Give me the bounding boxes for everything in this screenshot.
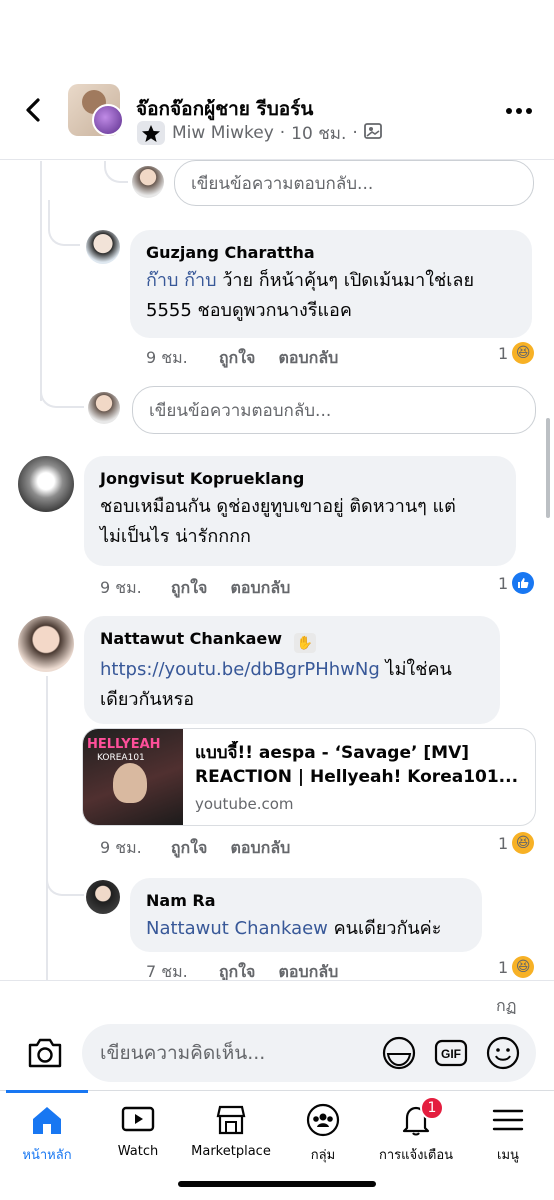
like-button[interactable]: ถูกใจ [171,578,208,597]
tab-watch[interactable]: Watch [96,1102,180,1172]
more-icon[interactable] [506,108,534,118]
emoji-icon[interactable] [486,1036,520,1070]
thumb-subtitle: KOREA101 [97,753,145,763]
star-badge-icon [136,120,166,146]
comment-time[interactable]: 9 ชม. [100,578,142,597]
comment-author[interactable]: Nam Ra [146,890,466,912]
thread-connector [48,200,80,246]
comment-text: ชอบเหมือนกัน ดูช่องยูทูบเขาอยู่ ติดหวานๆ… [100,496,456,547]
haha-icon: 😆 [512,956,535,978]
link-preview[interactable]: HELLYEAH KOREA101 แบบจี้!! aespa - ‘Sava… [82,728,536,826]
comment-time[interactable]: 7 ชม. [146,962,188,981]
wave-icon: ✋ [293,633,316,653]
reaction-count: 1 [498,573,509,593]
comment-bubble: Guzjang Charattha ก๊าบ ก๊าบ ว้าย ก็หน้าค… [130,230,532,338]
comment-text: Nattawut Chankaew คนเดียวกันค่ะ [146,918,442,939]
comment-text: ก๊าบ ก๊าบ ว้าย ก็หน้าคุ้นๆ เปิดเม้นมาใช่… [146,270,475,321]
poster-avatar[interactable] [92,104,124,136]
thread-line [40,161,42,401]
camera-icon[interactable] [26,1036,64,1070]
album-icon [363,122,382,145]
my-avatar [88,392,120,424]
video-thumbnail: HELLYEAH KOREA101 [83,729,183,825]
post-subtitle: Miw Miwkey · 10 ชม. · [136,120,382,146]
reply-button[interactable]: ตอบกลับ [279,962,339,981]
groups-icon [306,1103,340,1137]
haha-icon: 😆 [512,342,535,364]
reply-input[interactable]: เขียนข้อความตอบกลับ... [174,160,534,206]
like-button[interactable]: ถูกใจ [219,348,256,367]
poster-name[interactable]: Miw Miwkey [172,123,274,143]
preview-domain: youtube.com [195,795,294,813]
like-button[interactable]: ถูกใจ [171,838,208,857]
reply-button[interactable]: ตอบกลับ [231,578,291,597]
comment-bubble: Nattawut Chankaew ✋ https://youtu.be/dbB… [84,616,500,724]
commenter-avatar[interactable] [86,230,120,264]
comment-time[interactable]: 9 ชม. [146,348,188,367]
reply-input[interactable]: เขียนข้อความตอบกลับ... [132,386,536,434]
comment-placeholder: เขียนความคิดเห็น... [100,1042,266,1064]
comment-meta: 9 ชม. ถูกใจ ตอบกลับ [146,346,338,371]
comment-author[interactable]: Guzjang Charattha [146,242,516,264]
like-icon [512,572,535,594]
commenter-avatar[interactable] [86,880,120,914]
tab-groups[interactable]: กลุ่ม [282,1102,364,1172]
reply-button[interactable]: ตอบกลับ [279,348,339,367]
preview-title: REACTION | Hellyeah! Korea101... [195,767,519,787]
thread-connector [46,866,84,896]
commenter-avatar[interactable] [18,616,74,672]
tab-notifications[interactable]: การแจ้งเตือน [370,1102,462,1172]
tab-marketplace[interactable]: Marketplace [186,1102,276,1172]
scrollbar[interactable] [546,418,550,518]
comment-author[interactable]: Jongvisut Koprueklang [100,468,500,490]
commenter-avatar[interactable] [18,456,74,512]
comment-meta: 9 ชม. ถูกใจ ตอบกลับ [100,576,290,601]
menu-icon [492,1109,524,1131]
comment-time[interactable]: 9 ชม. [100,838,142,857]
reaction-summary[interactable]: 1 [498,572,535,594]
mention-link[interactable]: ก๊าบ ก๊าบ [146,270,217,291]
reaction-count: 1 [498,343,509,363]
reply-button[interactable]: ตอบกลับ [231,838,291,857]
comment-text: https://youtu.be/dbBgrPHhwNg ไม่ใช่คน เดี… [100,659,452,710]
preview-title: แบบจี้!! aespa - ‘Savage’ [MV] [195,743,469,763]
back-arrow-icon[interactable] [20,96,48,124]
like-button[interactable]: ถูกใจ [219,962,256,981]
comment-bubble: Nam Ra Nattawut Chankaew คนเดียวกันค่ะ [130,878,482,952]
thread-line [46,676,48,980]
separator-dot: · [352,123,358,143]
svg-text:GIF: GIF [441,1047,461,1061]
active-tab-indicator [6,1090,88,1093]
reaction-count: 1 [498,957,509,977]
tab-menu[interactable]: เมนู [468,1102,548,1172]
my-avatar [132,166,164,198]
thumb-title: HELLYEAH [87,737,161,752]
url-link[interactable]: https://youtu.be/dbBgrPHhwNg [100,659,380,680]
comment-meta: 9 ชม. ถูกใจ ตอบกลับ [100,836,290,861]
reaction-summary[interactable]: 1 😆 [498,342,535,364]
comment-bubble: Jongvisut Koprueklang ชอบเหมือนกัน ดูช่อ… [84,456,516,566]
reaction-count: 1 [498,833,509,853]
haha-icon: 😆 [512,832,535,854]
post-time[interactable]: 10 ชม. [291,120,346,147]
reaction-summary[interactable]: 1 😆 [498,956,535,978]
post-header: จ๊อกจ๊อกผู้ชาย รีบอร์น Miw Miwkey · 10 ช… [0,0,554,160]
gif-icon[interactable]: GIF [434,1036,468,1070]
home-indicator[interactable] [178,1181,376,1187]
thread-connector [104,161,128,183]
tab-home[interactable]: หน้าหลัก [6,1102,88,1172]
typing-indicator: กฏ [496,996,517,1015]
marketplace-icon [216,1105,246,1135]
reaction-summary[interactable]: 1 😆 [498,832,535,854]
mention-link[interactable]: Nattawut Chankaew [146,918,328,939]
thread-connector [40,380,84,408]
comment-author[interactable]: Nattawut Chankaew ✋ [100,628,484,653]
notification-badge: 1 [420,1096,444,1120]
home-icon [33,1107,61,1134]
separator-dot: · [279,123,286,143]
watch-icon [121,1106,155,1132]
sticker-icon[interactable] [382,1036,416,1070]
